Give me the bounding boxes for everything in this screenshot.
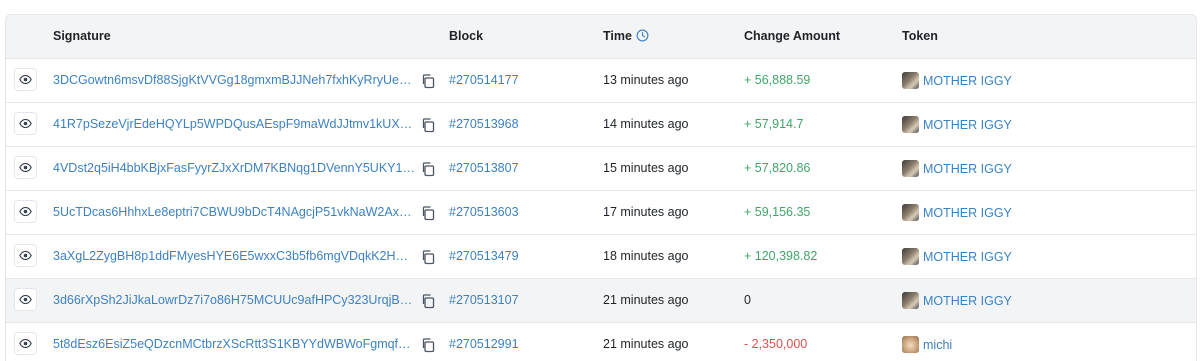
view-button[interactable] [14, 200, 37, 223]
table-row: 41R7pSezeVjrEdeHQYLp5WPDQusAEspF9maWdJJt… [6, 103, 1196, 147]
token-icon [902, 204, 919, 221]
block-link[interactable]: #270513968 [449, 103, 519, 146]
block-link[interactable]: #270513479 [449, 235, 519, 278]
copy-icon[interactable] [420, 249, 436, 265]
signature-link[interactable]: 41R7pSezeVjrEdeHQYLp5WPDQusAEspF9maWdJJt… [53, 103, 415, 146]
signature-link[interactable]: 3aXgL2ZygBH8p1ddFMyesHYE6E5wxxC3b5fb6mgV… [53, 235, 415, 278]
header-change-amount: Change Amount [744, 29, 841, 43]
view-button[interactable] [14, 288, 37, 311]
clock-icon[interactable] [636, 29, 649, 42]
token-icon [902, 160, 919, 177]
eye-icon [19, 206, 32, 217]
copy-icon[interactable] [420, 117, 436, 133]
token-icon [902, 336, 919, 353]
token-icon [902, 72, 919, 89]
block-link[interactable]: #270512991 [449, 323, 519, 361]
token-name: MOTHER IGGY [923, 117, 1012, 132]
token-link[interactable]: MOTHER IGGY [902, 191, 1012, 234]
header-block: Block [449, 29, 484, 43]
change-amount: - 2,350,000 [744, 337, 808, 351]
copy-icon[interactable] [420, 161, 436, 177]
token-icon [902, 116, 919, 133]
change-amount: + 57,914.7 [744, 117, 804, 131]
time-ago: 14 minutes ago [603, 117, 689, 131]
table-row: 3DCGowtn6msvDf88SjgKtVVGg18gmxmBJJNeh7fx… [6, 59, 1196, 103]
token-link[interactable]: MOTHER IGGY [902, 235, 1012, 278]
time-ago: 13 minutes ago [603, 73, 689, 87]
time-ago: 18 minutes ago [603, 249, 689, 263]
view-button[interactable] [14, 244, 37, 267]
token-link[interactable]: MOTHER IGGY [902, 103, 1012, 146]
time-ago: 15 minutes ago [603, 161, 689, 175]
transactions-table: Signature Block Time Change Amount Token… [5, 14, 1197, 361]
block-link[interactable]: #270513107 [449, 279, 519, 322]
token-name: MOTHER IGGY [923, 249, 1012, 264]
change-amount: + 120,398.82 [744, 249, 818, 263]
block-link[interactable]: #270514177 [449, 59, 519, 102]
header-time-label: Time [603, 29, 632, 43]
copy-icon[interactable] [420, 337, 436, 353]
change-amount: + 59,156.35 [744, 205, 811, 219]
token-link[interactable]: MOTHER IGGY [902, 279, 1012, 322]
table-row: 3d66rXpSh2JiJkaLowrDz7i7o86H75MCUUc9afHP… [6, 279, 1196, 323]
token-name: MOTHER IGGY [923, 205, 1012, 220]
table-row: 3aXgL2ZygBH8p1ddFMyesHYE6E5wxxC3b5fb6mgV… [6, 235, 1196, 279]
token-link[interactable]: MOTHER IGGY [902, 59, 1012, 102]
eye-icon [19, 74, 32, 85]
block-link[interactable]: #270513807 [449, 147, 519, 190]
copy-icon[interactable] [420, 73, 436, 89]
token-icon [902, 292, 919, 309]
signature-link[interactable]: 5UcTDcas6HhhxLe8eptri7CBWU9bDcT4NAgcjP51… [53, 191, 415, 234]
block-link[interactable]: #270513603 [449, 191, 519, 234]
table-row: 5t8dEsz6EsiZ5eQDzcnMCtbrzXScRtt3S1KBYYdW… [6, 323, 1196, 361]
token-link[interactable]: michi [902, 323, 952, 361]
header-time: Time [603, 15, 649, 58]
time-ago: 21 minutes ago [603, 293, 689, 307]
view-button[interactable] [14, 68, 37, 91]
copy-icon[interactable] [420, 205, 436, 221]
time-ago: 17 minutes ago [603, 205, 689, 219]
view-button[interactable] [14, 156, 37, 179]
eye-icon [19, 338, 32, 349]
token-link[interactable]: MOTHER IGGY [902, 147, 1012, 190]
signature-link[interactable]: 3d66rXpSh2JiJkaLowrDz7i7o86H75MCUUc9afHP… [53, 279, 415, 322]
eye-icon [19, 118, 32, 129]
header-signature: Signature [53, 29, 111, 43]
view-button[interactable] [14, 332, 37, 355]
change-amount: + 56,888.59 [744, 73, 811, 87]
table-row: 4VDst2q5iH4bbKBjxFasFyyrZJxXrDM7KBNqg1DV… [6, 147, 1196, 191]
change-amount: 0 [744, 293, 751, 307]
copy-icon[interactable] [420, 293, 436, 309]
signature-link[interactable]: 3DCGowtn6msvDf88SjgKtVVGg18gmxmBJJNeh7fx… [53, 59, 415, 102]
change-amount: + 57,820.86 [744, 161, 811, 175]
eye-icon [19, 294, 32, 305]
eye-icon [19, 250, 32, 261]
time-ago: 21 minutes ago [603, 337, 689, 351]
table-header: Signature Block Time Change Amount Token [6, 15, 1196, 59]
token-name: MOTHER IGGY [923, 293, 1012, 308]
eye-icon [19, 162, 32, 173]
view-button[interactable] [14, 112, 37, 135]
header-token: Token [902, 29, 938, 43]
signature-link[interactable]: 4VDst2q5iH4bbKBjxFasFyyrZJxXrDM7KBNqg1DV… [53, 147, 415, 190]
signature-link[interactable]: 5t8dEsz6EsiZ5eQDzcnMCtbrzXScRtt3S1KBYYdW… [53, 323, 415, 361]
token-name: michi [923, 337, 953, 352]
token-name: MOTHER IGGY [923, 73, 1012, 88]
token-name: MOTHER IGGY [923, 161, 1012, 176]
token-icon [902, 248, 919, 265]
table-row: 5UcTDcas6HhhxLe8eptri7CBWU9bDcT4NAgcjP51… [6, 191, 1196, 235]
